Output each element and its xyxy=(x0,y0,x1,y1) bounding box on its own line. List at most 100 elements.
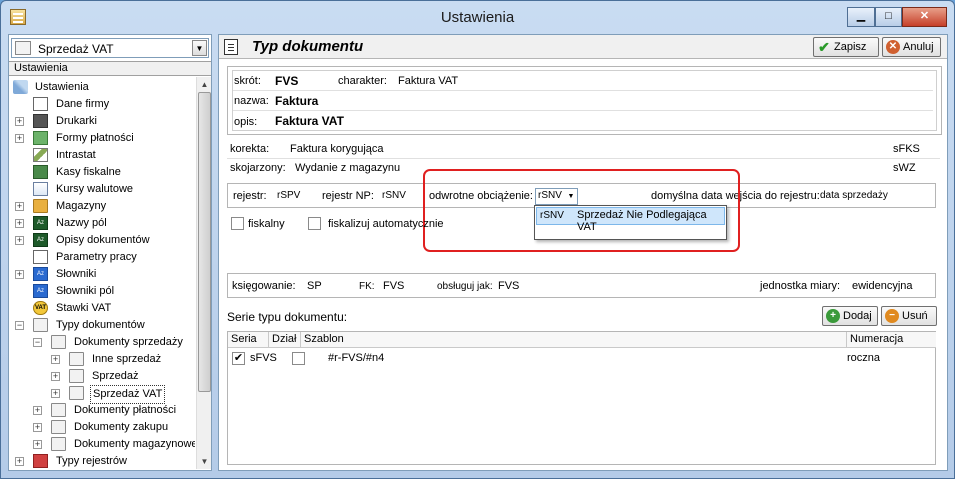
divider xyxy=(233,110,933,111)
column-header-szablon[interactable]: Szablon xyxy=(301,332,847,348)
cancel-button[interactable]: ✕ Anuluj xyxy=(882,37,941,57)
tree-item-label: Opisy dokumentów xyxy=(56,234,150,246)
folder-icon xyxy=(51,420,66,434)
window-title: Ustawienia xyxy=(440,9,515,26)
tree-item-label: Słowniki pól xyxy=(56,285,115,297)
register-icon xyxy=(33,454,48,468)
cash-register-icon xyxy=(33,165,48,179)
settings-window: Ustawienia ▁ □ ✕ Sprzedaż VAT ▼ Ustawien… xyxy=(0,0,955,479)
add-series-button[interactable]: + Dodaj xyxy=(822,306,878,326)
minus-icon: − xyxy=(885,309,899,323)
save-button[interactable]: ✔ Zapisz xyxy=(813,37,879,57)
collapse-icon[interactable]: − xyxy=(15,321,24,330)
seria-checkbox[interactable]: ✔ xyxy=(232,352,245,365)
cell-numeracja: roczna xyxy=(847,352,881,364)
tree-item-label: Drukarki xyxy=(56,115,97,127)
tree-scrollbar[interactable]: ▲ ▼ xyxy=(196,77,211,469)
tree-item-label: Typy rejestrów xyxy=(56,455,127,467)
expand-icon[interactable]: + xyxy=(15,117,24,126)
expand-icon[interactable]: + xyxy=(15,134,24,143)
collapse-icon[interactable]: − xyxy=(33,338,42,347)
ksiegowanie-value[interactable]: SP xyxy=(307,280,322,292)
jm-value[interactable]: ewidencyjna xyxy=(852,280,913,292)
folder-icon xyxy=(69,352,84,366)
dictionary-icon: Az xyxy=(33,284,48,298)
folder-open-icon xyxy=(51,335,66,349)
expand-icon[interactable]: + xyxy=(33,423,42,432)
fiskalizuj-label: fiskalizuj automatycznie xyxy=(328,218,444,230)
dzial-checkbox[interactable] xyxy=(292,352,305,365)
tree-item-label: Nazwy pól xyxy=(56,217,107,229)
expand-icon[interactable]: + xyxy=(15,457,24,466)
skojarzony-value[interactable]: Wydanie z magazynu xyxy=(295,162,400,174)
scroll-up-icon[interactable]: ▲ xyxy=(197,77,212,92)
expand-icon[interactable]: + xyxy=(15,219,24,228)
printer-icon xyxy=(33,114,48,128)
dictionary-icon: Az xyxy=(33,267,48,281)
maximize-button[interactable]: □ xyxy=(875,7,902,27)
charakter-value[interactable]: Faktura VAT xyxy=(398,75,458,87)
tree-item-label: Dane firmy xyxy=(56,98,110,110)
expand-icon[interactable]: + xyxy=(15,236,24,245)
expand-icon[interactable]: + xyxy=(33,440,42,449)
rejestr-value[interactable]: rSPV xyxy=(277,190,300,201)
fiskalny-label: fiskalny xyxy=(248,218,285,230)
intrastat-icon xyxy=(33,148,48,162)
column-header-numeracja[interactable]: Numeracja xyxy=(847,332,936,348)
expand-icon[interactable]: + xyxy=(33,406,42,415)
tree-item-label: Dokumenty sprzedaży xyxy=(74,336,183,348)
folder-icon xyxy=(51,437,66,451)
skojarzony-code: sWZ xyxy=(893,162,916,174)
korekta-value[interactable]: Faktura korygująca xyxy=(290,143,384,155)
expand-icon[interactable]: + xyxy=(51,372,60,381)
cell-szablon: #r-FVS/#n4 xyxy=(328,352,385,364)
payment-icon xyxy=(33,131,48,145)
az-icon: Az xyxy=(33,233,48,247)
data-value[interactable]: data sprzedaży xyxy=(820,190,888,201)
fiskalny-checkbox[interactable] xyxy=(231,217,244,230)
expand-icon[interactable]: + xyxy=(15,202,24,211)
rejestr-np-value[interactable]: rSNV xyxy=(382,190,406,201)
cancel-icon: ✕ xyxy=(886,40,900,54)
column-header-seria[interactable]: Seria xyxy=(228,332,269,348)
close-button[interactable]: ✕ xyxy=(902,7,947,27)
chevron-down-icon[interactable]: ▼ xyxy=(192,40,207,56)
folder-icon xyxy=(69,386,84,400)
add-label: Dodaj xyxy=(843,310,872,322)
obsluguj-label: obsługuj jak: xyxy=(437,281,493,292)
title-bar: Ustawienia ▁ □ ✕ xyxy=(1,1,954,31)
combo-value: Sprzedaż VAT xyxy=(38,42,114,56)
scroll-down-icon[interactable]: ▼ xyxy=(197,454,212,469)
document-icon xyxy=(224,39,238,55)
document-icon xyxy=(33,250,48,264)
folder-icon xyxy=(51,403,66,417)
tree-item-label: Inne sprzedaż xyxy=(92,353,162,365)
opis-value[interactable]: Faktura VAT xyxy=(275,114,344,128)
nazwa-value[interactable]: Faktura xyxy=(275,94,318,108)
fk-label: FK: xyxy=(359,281,375,292)
skrot-value[interactable]: FVS xyxy=(275,74,298,88)
plus-icon: + xyxy=(826,309,840,323)
expand-icon[interactable]: + xyxy=(15,270,24,279)
document-icon xyxy=(33,97,48,111)
settings-navigator: Sprzedaż VAT ▼ Ustawienia Ustawienia Dan… xyxy=(8,34,212,471)
cell-seria: sFVS xyxy=(250,352,277,364)
tree-item-label: Kursy walutowe xyxy=(56,183,134,195)
fiskalizuj-checkbox[interactable] xyxy=(308,217,321,230)
expand-icon[interactable]: + xyxy=(51,389,60,398)
nazwa-label: nazwa: xyxy=(234,95,269,107)
remove-series-button[interactable]: − Usuń xyxy=(881,306,937,326)
column-header-dzial[interactable]: Dział xyxy=(269,332,301,348)
obsluguj-value[interactable]: FVS xyxy=(498,280,519,292)
scroll-thumb[interactable] xyxy=(198,92,211,392)
tree-item-label: Dokumenty magazynowe xyxy=(74,438,195,450)
expand-icon[interactable]: + xyxy=(51,355,60,364)
settings-tree: Ustawienia Dane firmy + Drukarki + Formy… xyxy=(9,77,195,469)
document-type-combo[interactable]: Sprzedaż VAT ▼ xyxy=(11,38,209,58)
minimize-button[interactable]: ▁ xyxy=(847,7,875,27)
warehouse-icon xyxy=(33,199,48,213)
fk-value[interactable]: FVS xyxy=(383,280,404,292)
series-title: Serie typu dokumentu: xyxy=(227,310,348,324)
tree-item-label: Ustawienia xyxy=(35,81,89,93)
charakter-label: charakter: xyxy=(338,75,387,87)
